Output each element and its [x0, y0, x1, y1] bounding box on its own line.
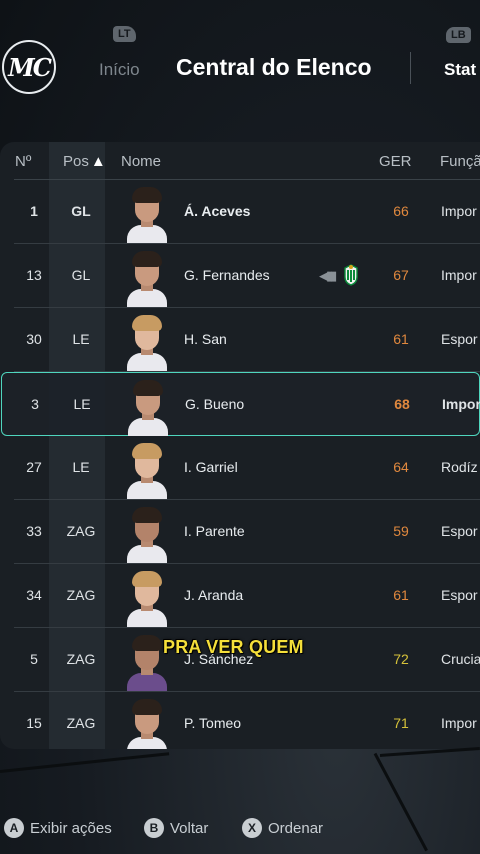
player-name: G. Bueno	[185, 396, 245, 412]
player-name: I. Garriel	[184, 459, 238, 475]
player-position: ZAG	[66, 587, 96, 603]
hint-label: Ordenar	[268, 819, 324, 837]
tab-stats[interactable]: Stat	[444, 60, 476, 80]
player-role: Impor	[441, 715, 477, 731]
player-number: 15	[26, 715, 42, 731]
col-header-num[interactable]: Nº	[15, 153, 31, 170]
player-number: 1	[30, 203, 38, 219]
player-rating: 68	[394, 396, 410, 412]
hint-label: Exibir ações	[30, 819, 112, 837]
table-row[interactable]: 34 ZAG J. Aranda 61 Espor	[14, 564, 480, 628]
player-number: 30	[26, 331, 42, 347]
hint-voltar[interactable]: B Voltar	[144, 818, 208, 838]
player-name: G. Fernandes	[184, 267, 270, 283]
table-header: Nº Pos ▲ Nome GER Funçã	[0, 142, 480, 180]
player-position: GL	[71, 203, 91, 219]
player-avatar	[125, 503, 169, 563]
player-number: 13	[26, 267, 42, 283]
player-role: Espor	[441, 587, 478, 603]
player-position: ZAG	[66, 651, 96, 667]
player-role: Rodíz	[441, 459, 478, 475]
player-position: LE	[72, 459, 90, 475]
a-button-icon: A	[4, 818, 24, 838]
player-role: Impor	[442, 396, 480, 412]
player-number: 27	[26, 459, 42, 475]
player-position: ZAG	[66, 523, 96, 539]
player-avatar	[125, 311, 169, 371]
player-position: LE	[72, 331, 90, 347]
player-role: Crucia	[441, 651, 480, 667]
player-number: 3	[31, 396, 39, 412]
player-name: Á. Aceves	[184, 203, 251, 219]
col-header-pos-label: Pos	[63, 153, 89, 170]
player-avatar	[125, 695, 169, 749]
tab-central-do-elenco[interactable]: Central do Elenco	[176, 54, 372, 81]
player-role: Espor	[441, 523, 478, 539]
b-button-icon: B	[144, 818, 164, 838]
table-row[interactable]: 27 LE I. Garriel 64 Rodíz	[14, 436, 480, 500]
floor-line	[0, 752, 170, 773]
hint-exibir-acoes[interactable]: A Exibir ações	[4, 818, 112, 838]
player-rating: 71	[393, 715, 409, 731]
player-rating: 59	[393, 523, 409, 539]
player-position: LE	[73, 396, 91, 412]
table-row[interactable]: 1 GL Á. Aceves 66 Impor	[14, 180, 480, 244]
table-row[interactable]: 33 ZAG I. Parente 59 Espor	[14, 500, 480, 564]
table-row[interactable]: 3 LE G. Bueno 68 Impor	[1, 372, 480, 436]
player-number: 34	[26, 587, 42, 603]
player-role: Impor	[441, 267, 477, 283]
player-rating: 67	[393, 267, 409, 283]
sort-ascending-icon: ▲	[90, 153, 106, 170]
loan-arrow-icon: ◀▮▮	[319, 268, 337, 283]
mc-logo: MC	[2, 40, 56, 94]
player-name: I. Parente	[184, 523, 245, 539]
player-rating: 64	[393, 459, 409, 475]
player-position: GL	[71, 267, 91, 283]
hint-label: Voltar	[170, 819, 209, 837]
player-rating: 66	[393, 203, 409, 219]
col-header-pos[interactable]: Pos ▲	[63, 153, 106, 170]
player-rating: 61	[393, 331, 409, 347]
x-button-icon: X	[242, 818, 262, 838]
player-rating: 61	[393, 587, 409, 603]
club-badge-icon	[344, 264, 358, 286]
player-position: ZAG	[66, 715, 96, 731]
hint-ordenar[interactable]: X Ordenar	[242, 818, 323, 838]
lb-button-icon[interactable]: LB	[446, 27, 471, 43]
player-name: P. Tomeo	[184, 715, 242, 731]
player-name: J. Aranda	[184, 587, 244, 603]
tab-inicio[interactable]: Início	[99, 60, 140, 80]
col-header-func[interactable]: Funçã	[440, 153, 480, 170]
player-role: Espor	[441, 331, 478, 347]
player-number: 5	[30, 651, 38, 667]
player-rating: 72	[393, 651, 409, 667]
player-avatar	[125, 439, 169, 499]
video-caption: PRA VER QUEM	[163, 637, 304, 657]
player-role: Impor	[441, 203, 477, 219]
player-avatar	[125, 247, 169, 307]
player-name: H. San	[184, 331, 227, 347]
tab-divider	[410, 52, 411, 84]
player-avatar	[125, 567, 169, 627]
col-header-ger[interactable]: GER	[379, 153, 412, 170]
table-row[interactable]: 15 ZAG P. Tomeo 71 Impor	[14, 692, 480, 749]
lt-button-icon[interactable]: LT	[113, 26, 136, 42]
player-number: 33	[26, 523, 42, 539]
player-avatar	[125, 183, 169, 243]
table-row[interactable]: 30 LE H. San 61 Espor	[14, 308, 480, 372]
player-avatar	[126, 376, 170, 436]
col-header-name[interactable]: Nome	[121, 153, 161, 170]
table-row[interactable]: 13 GL G. Fernandes 67 Impor ◀▮▮	[14, 244, 480, 308]
button-hints: A Exibir ações B Voltar X Ordenar	[0, 818, 480, 840]
